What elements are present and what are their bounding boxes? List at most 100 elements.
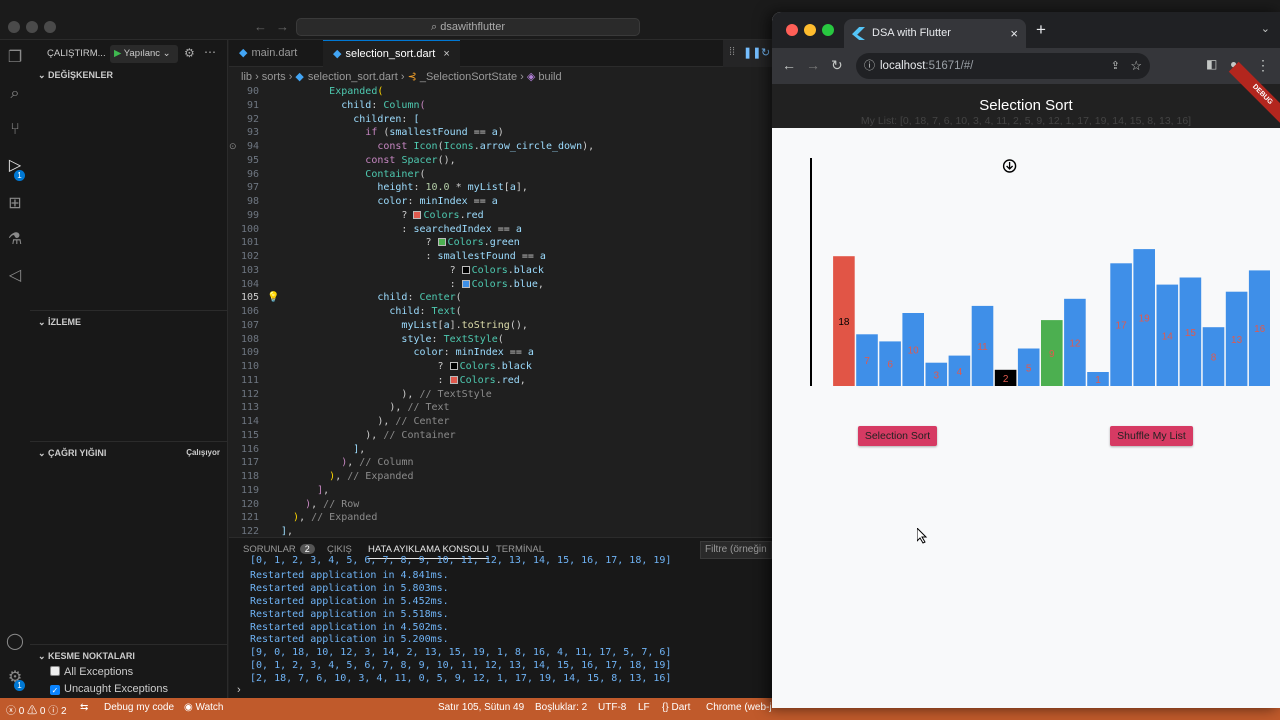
- tab-output[interactable]: ÇIKIŞ: [327, 544, 352, 555]
- status-eol[interactable]: LF: [638, 702, 650, 713]
- status-encoding[interactable]: UTF-8: [598, 702, 626, 713]
- code-line[interactable]: height: 10.0 * myList[a],: [281, 182, 528, 193]
- launch-config-select[interactable]: ▶ Yapılanc ⌄: [110, 45, 178, 63]
- close-icon[interactable]: ×: [1010, 19, 1018, 48]
- checkbox[interactable]: [50, 666, 60, 676]
- restart-icon[interactable]: ↻: [761, 46, 770, 59]
- tab-selection-sort-dart[interactable]: ◆ selection_sort.dart ×: [323, 40, 460, 67]
- breakpoints-section-header[interactable]: ⌄ KESME NOKTALARI: [30, 644, 228, 666]
- code-line[interactable]: ), // Container: [281, 430, 455, 441]
- search-icon[interactable]: ⌕: [5, 84, 25, 104]
- code-line[interactable]: color: minIndex == a: [281, 196, 497, 207]
- source-control-icon[interactable]: ⑂: [5, 120, 25, 140]
- drag-handle-icon[interactable]: ⁞⁞: [729, 46, 735, 58]
- window-close-dot[interactable]: [786, 24, 798, 36]
- tab-main-dart[interactable]: ◆ main.dart: [229, 40, 307, 67]
- variables-section-header[interactable]: ⌄ DEĞİŞKENLER: [30, 64, 228, 86]
- code-line[interactable]: if (smallestFound == a): [281, 127, 504, 138]
- code-line[interactable]: myList[a].toString(),: [281, 320, 527, 331]
- gear-icon[interactable]: ⚙: [184, 46, 195, 60]
- checkbox-checked[interactable]: ✓: [50, 685, 60, 695]
- code-line[interactable]: : searchedIndex == a: [281, 224, 521, 235]
- lightbulb-icon[interactable]: 💡: [267, 292, 279, 303]
- back-arrow-icon[interactable]: ←: [782, 57, 796, 73]
- forward-arrow-icon[interactable]: →: [276, 19, 289, 34]
- breadcrumb-item[interactable]: sorts: [262, 71, 286, 83]
- code-line[interactable]: ), // Column: [281, 457, 413, 468]
- code-line[interactable]: child: Text(: [281, 306, 461, 317]
- window-zoom-dot[interactable]: [822, 24, 834, 36]
- window-minimize-dot[interactable]: [26, 21, 38, 33]
- reload-icon[interactable]: ↻: [831, 57, 843, 74]
- explorer-icon[interactable]: ❐: [5, 48, 25, 68]
- debug-toggle-icon[interactable]: ⇆: [80, 702, 88, 713]
- code-line[interactable]: ? Colors.red: [281, 210, 483, 221]
- selection-sort-button[interactable]: Selection Sort: [858, 426, 937, 446]
- code-line[interactable]: ), // Expanded: [281, 512, 377, 523]
- status-watch[interactable]: ◉ Watch: [184, 702, 223, 713]
- code-line[interactable]: ), // Row: [281, 499, 359, 510]
- testing-icon[interactable]: ⚗: [5, 230, 25, 250]
- code-line[interactable]: Expanded(: [281, 86, 383, 97]
- code-line[interactable]: ],: [281, 485, 329, 496]
- command-center[interactable]: ⌕ dsawithflutter: [296, 18, 640, 36]
- console-prompt-chevron-icon[interactable]: ›: [237, 684, 241, 696]
- more-actions-icon[interactable]: ⋯: [204, 45, 216, 59]
- code-line[interactable]: ? Colors.green: [281, 237, 519, 248]
- breakpoint-all-exceptions[interactable]: All Exceptions: [50, 666, 133, 678]
- forward-arrow-icon[interactable]: →: [806, 57, 820, 73]
- flutter-icon[interactable]: ◁: [5, 266, 25, 286]
- code-line[interactable]: ],: [281, 444, 365, 455]
- watch-section-header[interactable]: ⌄ İZLEME: [30, 310, 228, 332]
- status-cursor-position[interactable]: Satır 105, Sütun 49: [438, 702, 524, 713]
- status-language[interactable]: {} Dart: [662, 702, 690, 713]
- shuffle-list-button[interactable]: Shuffle My List: [1110, 426, 1193, 446]
- pause-icon[interactable]: ❚❚: [743, 46, 761, 59]
- tab-terminal[interactable]: TERMİNAL: [496, 544, 544, 555]
- callstack-section-header[interactable]: ⌄ ÇAĞRI YIĞINI Çalışıyor: [30, 441, 228, 463]
- code-line[interactable]: : Colors.red,: [281, 375, 526, 386]
- status-device[interactable]: Chrome (web-j: [706, 702, 772, 713]
- code-line[interactable]: Container(: [281, 169, 425, 180]
- breadcrumb-item[interactable]: build: [538, 71, 561, 83]
- code-line[interactable]: const Spacer(),: [281, 155, 455, 166]
- code-line[interactable]: ), // Center: [281, 416, 449, 427]
- back-arrow-icon[interactable]: ←: [254, 19, 267, 34]
- close-icon[interactable]: ×: [443, 48, 449, 60]
- bookmark-star-icon[interactable]: ☆: [1130, 53, 1142, 79]
- menu-kebab-icon[interactable]: ⋮: [1256, 57, 1270, 74]
- browser-tab[interactable]: DSA with Flutter ×: [844, 19, 1026, 48]
- console-filter-input[interactable]: Filtre (örneğin: [700, 541, 772, 559]
- status-problems[interactable]: ⓧ 0 ⚠ 0 ⓘ 2: [6, 702, 67, 717]
- breakpoint-hint-icon[interactable]: ⊙: [229, 141, 237, 152]
- code-area[interactable]: 90 Expanded(91 child: Column(92 children…: [229, 86, 772, 537]
- status-debug-mode[interactable]: Debug my code: [104, 702, 174, 713]
- extensions-icon[interactable]: ⊞: [5, 194, 25, 214]
- window-minimize-dot[interactable]: [804, 24, 816, 36]
- code-line[interactable]: const Icon(Icons.arrow_circle_down),: [281, 141, 594, 152]
- status-indentation[interactable]: Boşluklar: 2: [535, 702, 587, 713]
- code-line[interactable]: ? Colors.black: [281, 361, 532, 372]
- code-line[interactable]: ],: [281, 526, 293, 537]
- account-icon[interactable]: ◯: [5, 632, 25, 652]
- code-line[interactable]: : Colors.blue,: [281, 279, 544, 290]
- code-line[interactable]: ), // Expanded: [281, 471, 413, 482]
- code-line[interactable]: ), // TextStyle: [281, 389, 491, 400]
- tab-problems[interactable]: SORUNLAR 2: [243, 544, 315, 555]
- info-icon[interactable]: ⓘ: [864, 53, 875, 79]
- code-line[interactable]: : smallestFound == a: [281, 251, 545, 262]
- window-close-dot[interactable]: [8, 21, 20, 33]
- code-line[interactable]: children: [: [281, 114, 419, 125]
- code-line[interactable]: child: Column(: [281, 100, 425, 111]
- breakpoint-uncaught-exceptions[interactable]: ✓ Uncaught Exceptions: [50, 683, 168, 695]
- breadcrumb-item[interactable]: lib: [241, 71, 252, 83]
- tab-search-chevron-icon[interactable]: ⌄: [1261, 22, 1270, 35]
- code-line[interactable]: ? Colors.black: [281, 265, 544, 276]
- code-line[interactable]: style: TextStyle(: [281, 334, 503, 345]
- code-line[interactable]: ), // Text: [281, 402, 449, 413]
- new-tab-icon[interactable]: +: [1036, 20, 1046, 40]
- breadcrumb-item[interactable]: _SelectionSortState: [420, 71, 517, 83]
- breadcrumb-item[interactable]: selection_sort.dart: [308, 71, 398, 83]
- share-icon[interactable]: ⇪: [1111, 53, 1120, 79]
- side-panel-icon[interactable]: ◧: [1206, 57, 1217, 71]
